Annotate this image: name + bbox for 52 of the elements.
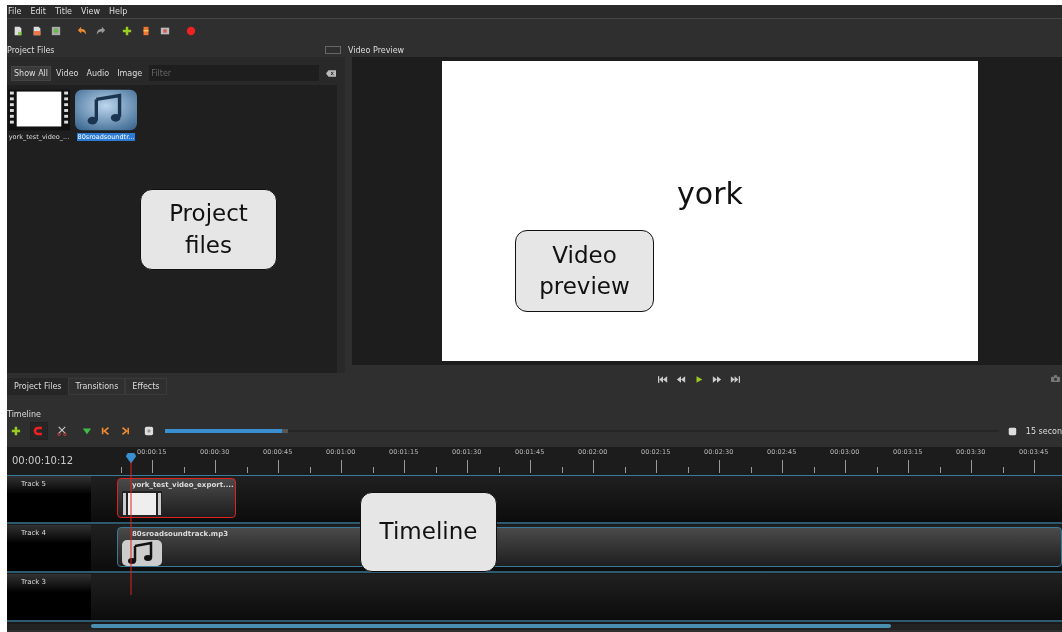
clear-icon[interactable]	[326, 69, 336, 77]
filter-tab[interactable]: Image	[114, 65, 146, 81]
previous-marker-icon[interactable]	[100, 426, 111, 436]
add-icon[interactable]	[122, 26, 132, 36]
play-icon[interactable]	[694, 375, 704, 383]
music-note-icon	[122, 540, 162, 566]
filter-tab[interactable]: Video	[53, 65, 82, 81]
magnet-icon[interactable]	[29, 422, 48, 440]
zoom-slider[interactable]	[165, 429, 289, 433]
scrollbar[interactable]	[91, 624, 891, 628]
camera-icon[interactable]	[1051, 375, 1060, 382]
callout-tooltip: Video preview	[515, 230, 654, 312]
center-icon[interactable]	[144, 426, 155, 436]
skip-start-icon[interactable]	[658, 375, 668, 383]
filter-field[interactable]: Filter	[149, 65, 319, 81]
fast-forward-icon[interactable]	[712, 375, 722, 383]
menu-item[interactable]: Help	[109, 7, 128, 16]
export-icon[interactable]	[160, 26, 170, 36]
panel-tab[interactable]: Effects	[125, 378, 167, 395]
filter-tab[interactable]: Show All	[11, 65, 52, 81]
filter-tab[interactable]: Audio	[83, 65, 113, 81]
menu-item[interactable]: File	[8, 7, 22, 16]
menu-item[interactable]: Title	[54, 7, 73, 16]
callout-tooltip: Timeline	[360, 492, 497, 572]
scissors-icon[interactable]	[56, 426, 67, 436]
open-file-icon[interactable]	[32, 26, 42, 36]
skip-end-icon[interactable]	[730, 375, 740, 383]
panel-title: Project Files	[7, 45, 55, 55]
menu-item[interactable]: View	[81, 7, 101, 16]
film-icon[interactable]	[141, 26, 151, 36]
save-icon[interactable]	[51, 26, 61, 36]
music-note-icon[interactable]	[75, 89, 137, 131]
panel-tab[interactable]: Transitions	[68, 378, 126, 395]
menu-item[interactable]: Edit	[30, 7, 46, 16]
video-thumbnail-icon[interactable]	[8, 89, 70, 131]
redo-icon[interactable]	[96, 26, 106, 36]
rewind-icon[interactable]	[676, 375, 686, 383]
zoom-icon	[1007, 426, 1017, 436]
next-marker-icon[interactable]	[119, 426, 130, 436]
add-track-icon[interactable]	[11, 426, 21, 436]
current-time: 00:00:10:12	[11, 454, 74, 468]
undo-icon[interactable]	[77, 26, 87, 36]
record-icon[interactable]	[186, 26, 196, 36]
video-thumbnail-icon	[122, 491, 162, 517]
callout-tooltip: Project files	[140, 189, 277, 270]
zoom-label: 15 secon	[1025, 426, 1062, 436]
panel-tab[interactable]: Project Files	[7, 378, 69, 395]
panel-title: Timeline	[7, 409, 42, 421]
new-file-icon[interactable]	[13, 26, 23, 36]
video-frame-text: york	[677, 176, 743, 213]
panel-title: Video Preview	[348, 45, 405, 55]
marker-icon[interactable]	[81, 426, 92, 436]
